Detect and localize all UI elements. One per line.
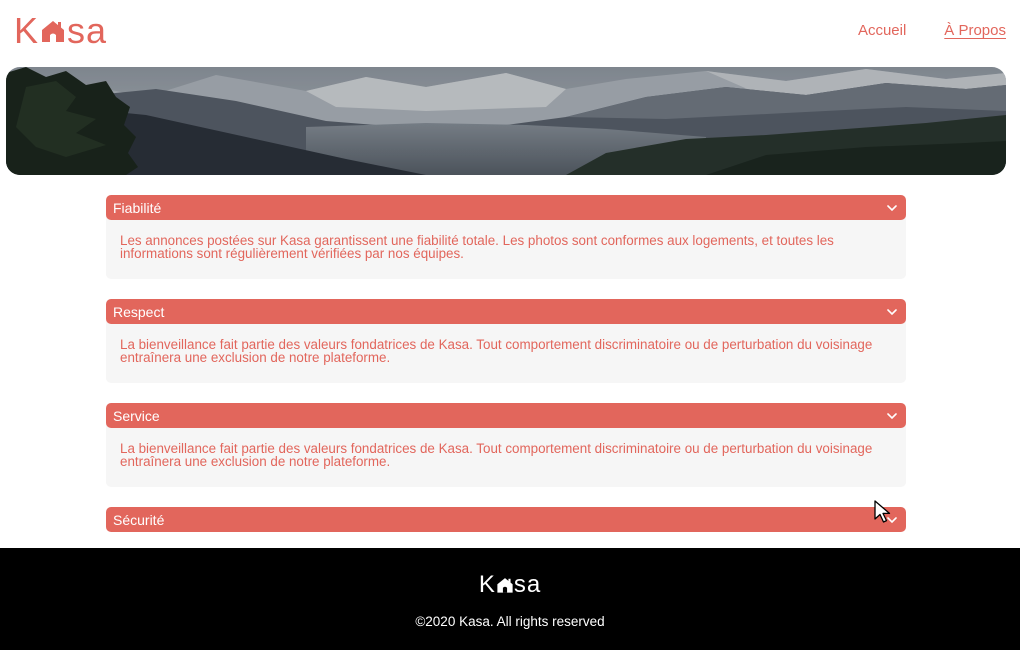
collapse-header-service[interactable]: Service — [106, 403, 906, 428]
copyright-text: ©2020 Kasa. All rights reserved — [415, 614, 605, 629]
about-collapses: Fiabilité Les annonces postées sur Kasa … — [106, 195, 906, 552]
house-icon — [42, 21, 65, 42]
nav-link-accueil[interactable]: Accueil — [858, 22, 906, 40]
collapse-body-fiabilite: Les annonces postées sur Kasa garantisse… — [106, 216, 906, 279]
mouse-pointer-icon — [874, 500, 891, 523]
collapse-title: Service — [113, 407, 160, 424]
collapse-title: Respect — [113, 303, 165, 320]
nav-link-a-propos[interactable]: À Propos — [944, 22, 1006, 40]
chevron-down-icon[interactable] — [886, 203, 898, 213]
house-icon — [497, 578, 513, 593]
footer: K sa ©2020 Kasa. All rights reserved — [0, 548, 1020, 650]
collapse-service: Service La bienveillance fait partie des… — [106, 403, 906, 487]
collapse-respect: Respect La bienveillance fait partie des… — [106, 299, 906, 383]
banner-image — [6, 67, 1006, 175]
collapse-header-securite[interactable]: Sécurité — [106, 507, 906, 532]
chevron-down-icon[interactable] — [886, 307, 898, 317]
footer-kasa-logo: K sa — [478, 571, 542, 598]
mountain-landscape-image — [6, 67, 1006, 175]
kasa-logo[interactable]: K sa — [14, 11, 107, 51]
collapse-text: La bienveillance fait partie des valeurs… — [120, 337, 873, 365]
collapse-title: Fiabilité — [113, 199, 162, 216]
header: K sa Accueil À Propos — [0, 0, 1020, 64]
collapse-title: Sécurité — [113, 511, 165, 528]
collapse-text: Les annonces postées sur Kasa garantisse… — [120, 233, 834, 261]
collapse-body-service: La bienveillance fait partie des valeurs… — [106, 424, 906, 487]
collapse-body-respect: La bienveillance fait partie des valeurs… — [106, 320, 906, 383]
collapse-header-respect[interactable]: Respect — [106, 299, 906, 324]
collapse-text: La bienveillance fait partie des valeurs… — [120, 441, 873, 469]
collapse-securite: Sécurité — [106, 507, 906, 532]
collapse-fiabilite: Fiabilité Les annonces postées sur Kasa … — [106, 195, 906, 279]
main-nav: Accueil À Propos — [858, 22, 1006, 40]
chevron-down-icon[interactable] — [886, 411, 898, 421]
collapse-header-fiabilite[interactable]: Fiabilité — [106, 195, 906, 220]
